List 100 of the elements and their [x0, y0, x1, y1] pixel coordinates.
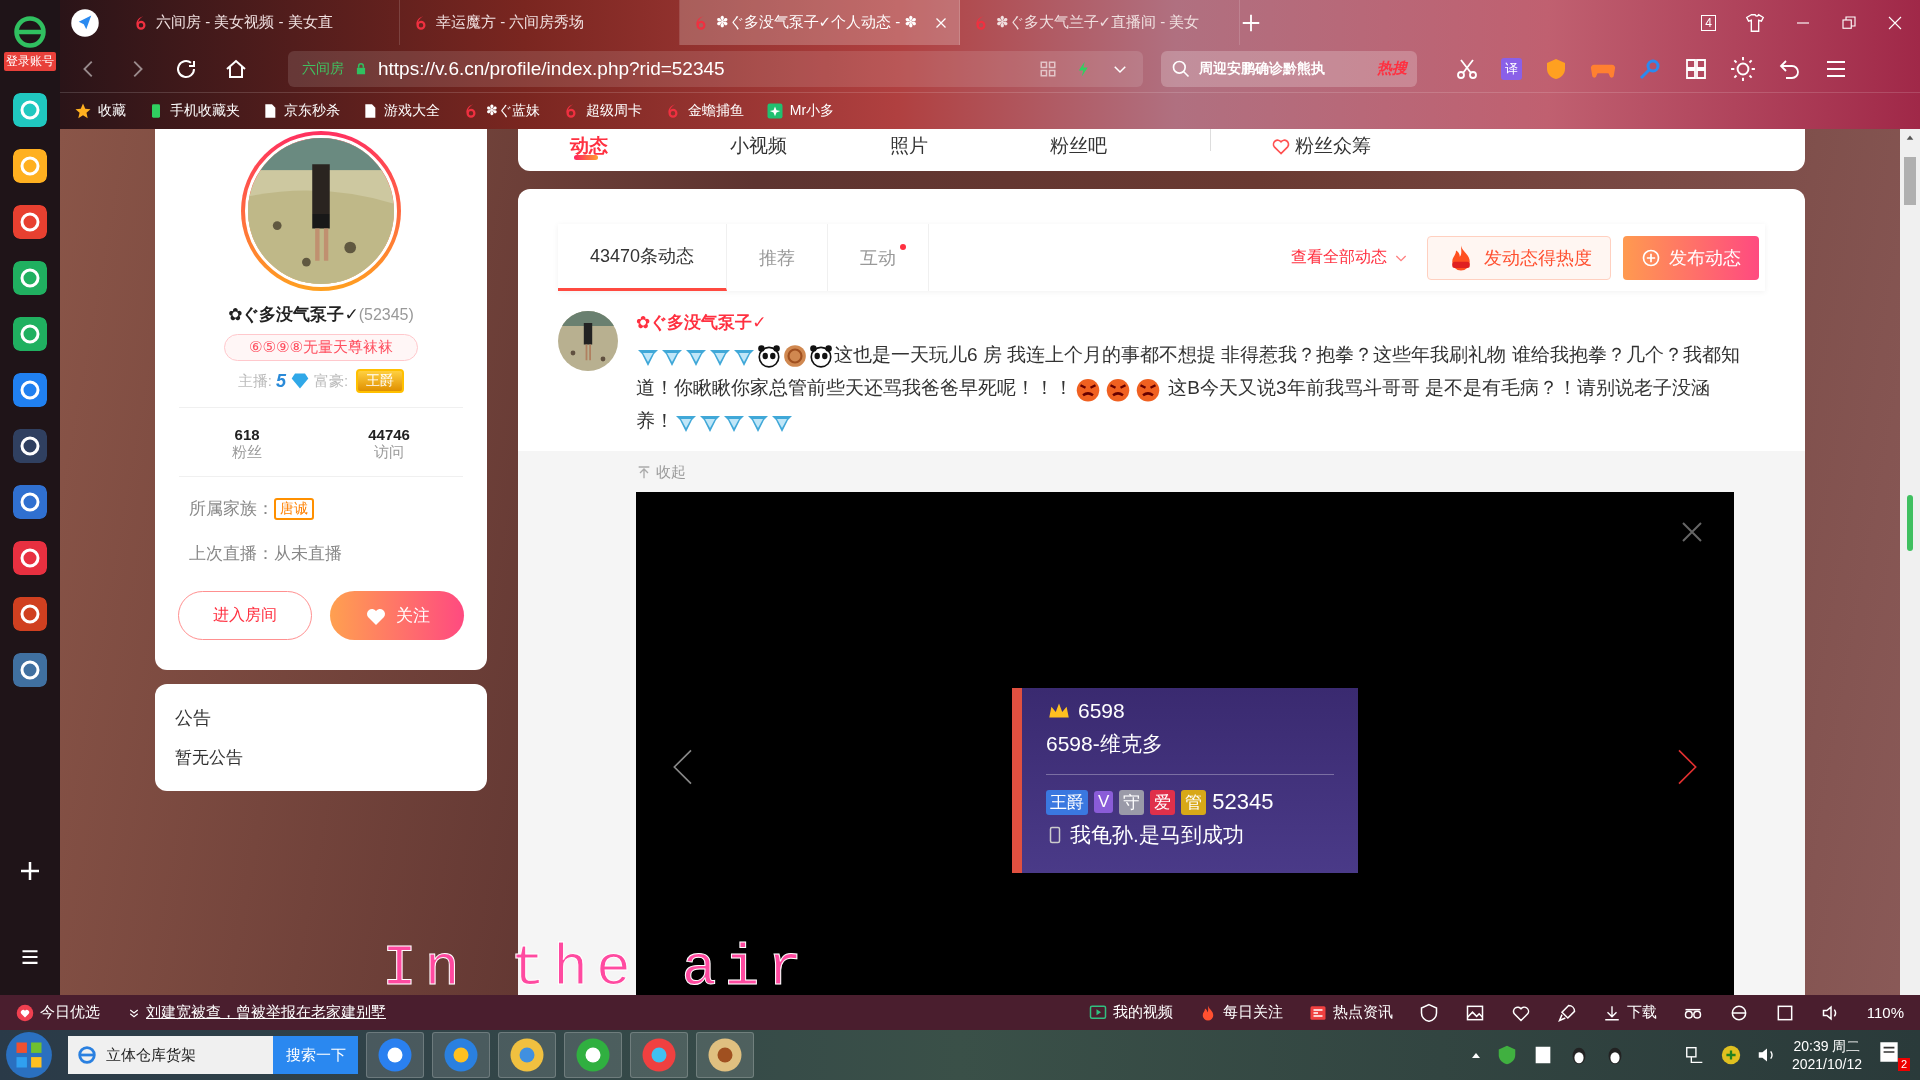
- anchor-level: 5: [276, 370, 286, 392]
- page-icon: [362, 103, 378, 119]
- address-bar[interactable]: 六间房 https://v.6.cn/profile/index.php?rid=52345: [288, 50, 1143, 87]
- taskbar-search-field[interactable]: 立体仓库货架: [68, 1036, 273, 1074]
- post-author[interactable]: ✿ぐ多没气泵子✓: [636, 311, 1765, 334]
- menu-icon[interactable]: [20, 947, 40, 967]
- post-text: 这也是一天玩儿6 房 我连上个月的事都不想提 非得惹我？抱拳？这些年我刷礼物 谁给我抱拳？几个？我都知道！你瞅瞅你家总管前些天还骂我爸爸早死呢！！！ 这B今天又说3年前我骂斗哥哥 是不是有毛病？！请别说老子没涵养！: [636, 338, 1765, 437]
- plus-circle-icon[interactable]: [1719, 1044, 1742, 1066]
- stat-label: 粉丝: [232, 443, 263, 462]
- translate-button[interactable]: 译: [1501, 57, 1522, 80]
- heart-badge-icon: [1271, 136, 1291, 156]
- panda-icon: [808, 343, 834, 369]
- taskbar-app[interactable]: [630, 1032, 688, 1078]
- taskbar-app[interactable]: [432, 1032, 490, 1078]
- app-icon[interactable]: [13, 205, 47, 239]
- scrollbar-thumb[interactable]: [1904, 157, 1916, 205]
- app-icon[interactable]: [13, 541, 47, 575]
- bookmark[interactable]: 金蟾捕鱼: [663, 102, 744, 120]
- user-id: (52345): [358, 306, 414, 324]
- app-icon[interactable]: [13, 93, 47, 127]
- brightness-icon[interactable]: [1730, 55, 1756, 82]
- taskbar-app[interactable]: [498, 1032, 556, 1078]
- add-icon[interactable]: [18, 859, 42, 883]
- status-link[interactable]: 热点资讯: [1308, 1003, 1393, 1022]
- news-link[interactable]: 刘建宽被查，曾被举报在老家建别墅: [128, 1003, 386, 1022]
- profile-tab[interactable]: 粉丝吧: [1050, 129, 1210, 163]
- upload-icon: [636, 464, 652, 481]
- coin-icon: [782, 343, 808, 369]
- grid-icon[interactable]: [1684, 56, 1708, 81]
- browser-tab[interactable]: ✽ぐ多大气兰子✓直播间 - 美女: [960, 0, 1240, 45]
- browser-tab[interactable]: 幸运魔方 - 六间房秀场: [400, 0, 680, 45]
- card-id: 52345: [1212, 789, 1274, 815]
- taskbar-app[interactable]: [366, 1032, 424, 1078]
- feed-tab[interactable]: 43470条动态: [558, 224, 728, 291]
- taskbar-app[interactable]: [696, 1032, 754, 1078]
- family-label: 所属家族：: [189, 498, 274, 520]
- login-label[interactable]: 登录账号: [4, 52, 56, 71]
- stat-value: 44746: [368, 426, 410, 443]
- app-icon[interactable]: [13, 149, 47, 183]
- bookmark[interactable]: 京东秒杀: [262, 102, 340, 120]
- zoom-level[interactable]: 110%: [1866, 1004, 1904, 1021]
- bookmark[interactable]: 游戏大全: [362, 102, 440, 120]
- taskbar-search-button[interactable]: 搜索一下: [273, 1036, 358, 1074]
- app-icon[interactable]: [13, 261, 47, 295]
- notification-center[interactable]: 2: [1876, 1039, 1910, 1071]
- bookmark[interactable]: 手机收藏夹: [148, 102, 240, 120]
- restore-icon[interactable]: [1840, 13, 1858, 32]
- status-link[interactable]: 每日关注: [1198, 1003, 1283, 1022]
- profile-tab[interactable]: 粉丝众筹: [1271, 129, 1431, 163]
- app-icon[interactable]: [13, 373, 47, 407]
- start-button-icon[interactable]: [4, 1030, 54, 1080]
- scroll-up-icon[interactable]: [1905, 133, 1915, 143]
- card-tag: 守: [1119, 789, 1145, 815]
- bookmark[interactable]: ✽ぐ蓝妹: [462, 102, 540, 120]
- profile-tab[interactable]: 照片: [890, 129, 1050, 163]
- navigation-icon[interactable]: [70, 7, 100, 38]
- plus-circle-icon: [1641, 247, 1661, 268]
- card-tag: V: [1094, 791, 1114, 813]
- app-icon: [765, 102, 784, 120]
- bookmark[interactable]: Mr小多: [765, 102, 835, 120]
- view-all-dropdown[interactable]: 查看全部动态: [1285, 246, 1415, 269]
- anchor-label: 主播:: [237, 371, 272, 391]
- download-button[interactable]: 下载: [1602, 1003, 1657, 1022]
- app-icon[interactable]: [13, 653, 47, 687]
- play-icon: [1088, 1003, 1107, 1022]
- card-tag: 王爵: [1046, 789, 1088, 815]
- bookmark[interactable]: 超级周卡: [561, 102, 642, 120]
- profile-tab[interactable]: 小视频: [730, 129, 890, 163]
- user-name: ✿ぐ多没气泵子✓: [228, 304, 359, 326]
- shirt-icon[interactable]: [1744, 11, 1766, 34]
- card-tag: 爱: [1150, 789, 1176, 815]
- status-link[interactable]: 我的视频: [1088, 1003, 1173, 1022]
- stat-label: 访问: [374, 443, 405, 462]
- tab-count[interactable]: 4: [1701, 14, 1716, 31]
- announcement-title: 公告: [175, 707, 212, 730]
- card-signature: 我龟孙.是马到成功: [1070, 822, 1244, 848]
- app-icon[interactable]: [13, 429, 47, 463]
- app-icon[interactable]: [13, 485, 47, 519]
- browser-logo-icon: [12, 14, 48, 50]
- shield-icon[interactable]: [1418, 1002, 1439, 1023]
- daily-picks-link[interactable]: 今日优选: [16, 1003, 100, 1022]
- announcement-text: 暂无公告: [175, 747, 244, 769]
- family-badge: 唐诚: [274, 497, 314, 520]
- close-tab-icon[interactable]: [935, 16, 947, 29]
- panda-icon: [756, 343, 782, 369]
- bookmark[interactable]: 收藏: [74, 102, 126, 120]
- browser-tab[interactable]: 六间房 - 美女视频 - 美女直: [120, 0, 400, 45]
- enter-room-button[interactable]: 进入房间: [178, 591, 312, 640]
- profile-tab[interactable]: 动态: [570, 129, 730, 163]
- news-icon: [1308, 1003, 1327, 1022]
- app-icon[interactable]: [13, 597, 47, 631]
- close-icon[interactable]: [1680, 520, 1704, 544]
- stat-value: 618: [234, 426, 260, 443]
- card-level: 6598: [1078, 699, 1125, 723]
- browser-e-icon: [76, 1044, 98, 1066]
- clock[interactable]: 20:39 周二 2021/10/12: [1791, 1037, 1862, 1073]
- taskbar-app[interactable]: [564, 1032, 622, 1078]
- app-icon[interactable]: [13, 317, 47, 351]
- browser-tab[interactable]: ✽ぐ多没气泵子✓个人动态 - ✽: [680, 0, 960, 45]
- last-live-text: 上次直播：从未直播: [189, 543, 343, 565]
